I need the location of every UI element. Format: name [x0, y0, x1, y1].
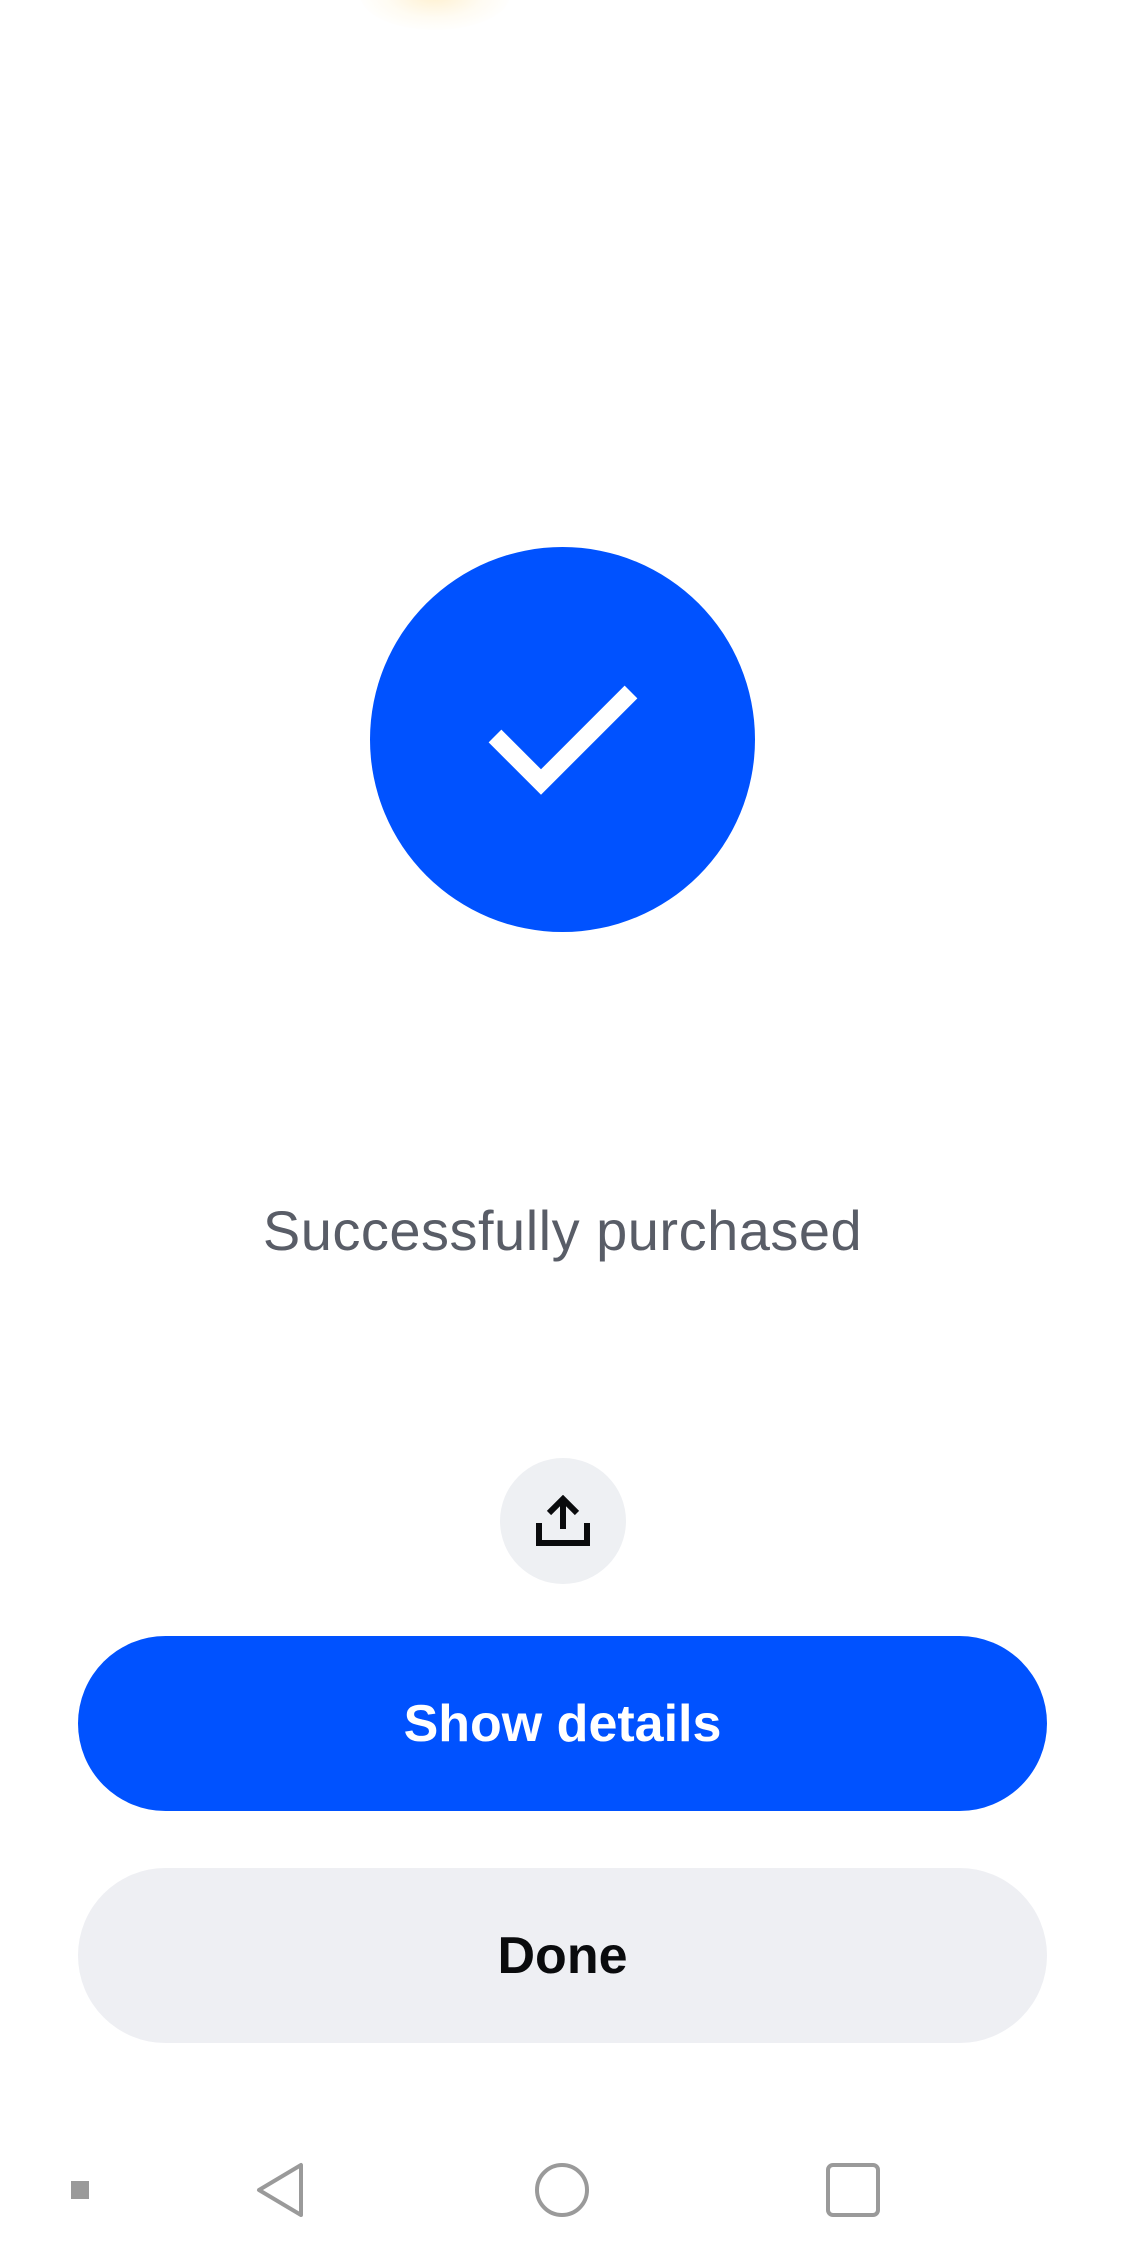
done-button[interactable]: Done — [78, 1868, 1047, 2043]
system-navigation-bar — [0, 2130, 1125, 2250]
share-upload-icon — [536, 1495, 590, 1546]
decorative-glow — [360, 0, 510, 30]
success-badge — [370, 547, 755, 932]
show-details-button[interactable]: Show details — [78, 1636, 1047, 1811]
checkmark-icon — [488, 685, 637, 795]
purchase-success-screen: Successfully purchased Show details Done — [0, 0, 1125, 2250]
status-message: Successfully purchased — [262, 1199, 863, 1262]
share-button[interactable] — [500, 1458, 626, 1584]
menu-indicator-icon[interactable] — [50, 2130, 110, 2250]
back-icon[interactable] — [230, 2130, 330, 2250]
home-icon[interactable] — [512, 2130, 612, 2250]
recents-icon[interactable] — [803, 2130, 903, 2250]
